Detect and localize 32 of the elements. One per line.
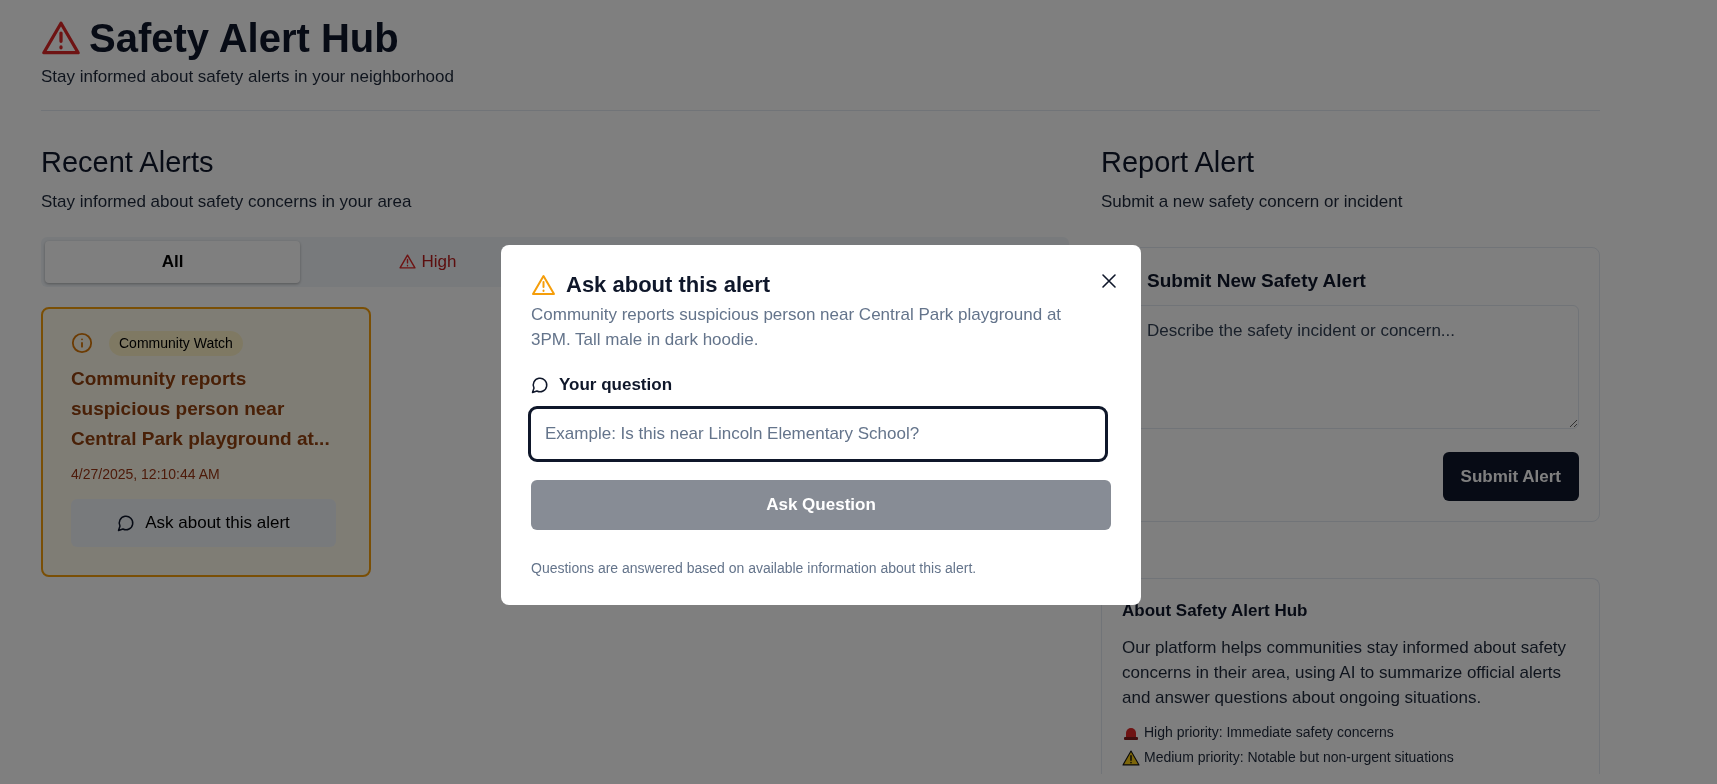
- submit-button[interactable]: Submit Alert: [1442, 451, 1579, 502]
- about-text: Our platform helps communities stay informed about safety concerns in their area, using AI to summarize official alerts and answer questions about ongoing situations.: [1122, 637, 1568, 710]
- info-icon: [71, 332, 93, 355]
- warning-icon: [41, 20, 81, 56]
- section-title: Recent Alerts: [41, 144, 215, 180]
- card-title: About Safety Alert Hub: [1122, 601, 1309, 622]
- legend-text: High priority: Immediate safety concerns: [1144, 723, 1394, 743]
- section-subtitle: Stay informed about safety concerns in your area: [41, 191, 413, 214]
- question-field[interactable]: Example: Is this near Lincoln Elementary School?: [528, 405, 1108, 462]
- warning-icon: [1122, 750, 1140, 766]
- warning-icon: [398, 253, 416, 271]
- card-title: Submit New Safety Alert: [1147, 269, 1367, 293]
- chat-icon: [531, 376, 549, 395]
- alert-title: Community reports suspicious person near Central Park playground at...: [71, 366, 331, 451]
- section-title: Report Alert: [1101, 144, 1256, 180]
- page-title: Safety Alert Hub: [89, 15, 399, 62]
- dialog-description: Community reports suspicious person near Central Park playground at 3PM. Tall male in dark hoodie.: [531, 304, 1063, 352]
- filter-tab[interactable]: High: [300, 240, 555, 283]
- field-label: Your question: [559, 374, 672, 397]
- filter-tab[interactable]: All: [45, 240, 300, 283]
- section-subtitle: Submit a new safety concern or incident: [1101, 191, 1404, 214]
- close-icon: [1101, 273, 1117, 289]
- dialog-title: Ask about this alert: [566, 272, 771, 299]
- ask-button[interactable]: Ask about this alert: [71, 498, 336, 547]
- warning-icon: [531, 274, 556, 297]
- alert-time: 4/27/2025, 12:10:44 AM: [71, 464, 221, 484]
- page-subtitle: Stay informed about safety alerts in your neighborhood: [41, 66, 455, 88]
- dialog-note: Questions are answered based on available information about this alert.: [531, 558, 978, 578]
- chat-icon: [117, 513, 136, 532]
- legend-text: Medium priority: Notable but non-urgent situations: [1144, 748, 1454, 768]
- siren-icon: [1122, 725, 1140, 741]
- source-badge: Community Watch: [109, 330, 243, 356]
